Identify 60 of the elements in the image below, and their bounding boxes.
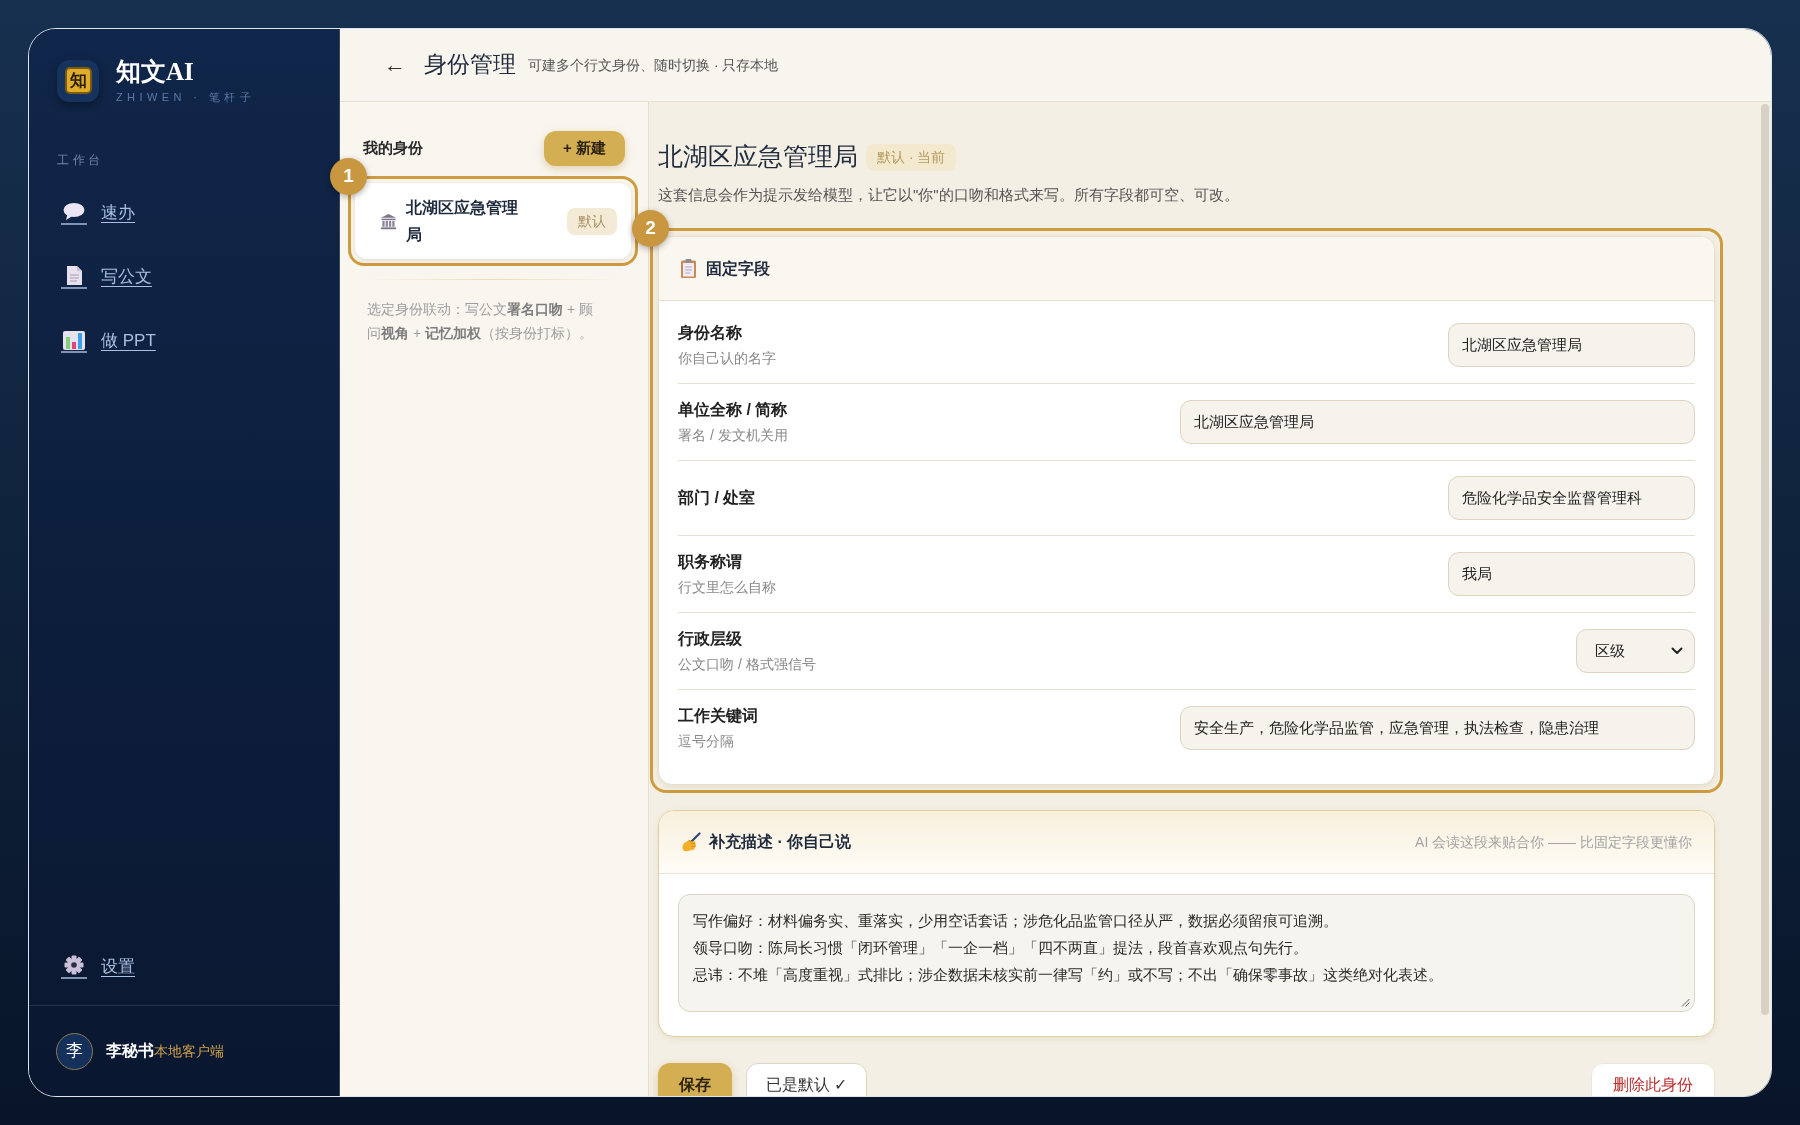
building-icon bbox=[380, 212, 397, 230]
field-label: 部门 / 处室 bbox=[678, 488, 756, 508]
settings-icon bbox=[60, 955, 88, 979]
new-identity-button[interactable]: + 新建 bbox=[544, 131, 625, 166]
identity-item[interactable]: 北湖区应急管理局 默认 bbox=[355, 183, 631, 259]
field-hint: 行文里怎么自称 bbox=[678, 578, 776, 597]
user-avatar: 李 bbox=[56, 1032, 93, 1070]
text-field[interactable]: 北湖区应急管理局 bbox=[1448, 323, 1695, 367]
section-label: 工作台 bbox=[57, 152, 104, 168]
field-label: 行政层级 bbox=[678, 629, 743, 649]
card-title: 补充描述 · 你自己说 bbox=[709, 832, 852, 852]
identity-name: 北湖区应急管理局 bbox=[406, 198, 519, 245]
field-hint: 逗号分隔 bbox=[678, 732, 735, 751]
list-title: 我的身份 bbox=[363, 138, 423, 159]
default-button[interactable]: 已是默认 ✓ bbox=[746, 1063, 868, 1096]
dropdown[interactable]: 区级 bbox=[1576, 629, 1695, 673]
scrollbar-thumb[interactable] bbox=[1761, 104, 1769, 1015]
field-hint: 公文口吻 / 格式强信号 bbox=[678, 655, 816, 674]
user-name: 李秘书 bbox=[106, 1041, 154, 1061]
status-tag: 默认 · 当前 bbox=[866, 143, 957, 171]
description-textarea[interactable]: 写作偏好：材料偏务实、重落实，少用空话套话；涉危化品监管口径从严，数据必须留痕可追溯。 领导口吻：陈局长习惯「闭环管理」「一企一档」「四不两直」提法，段首喜欢观点句先行。 忌讳：不堆「高度重视」式排比；涉企数据未核实前一律写「约」或不写；不出「确保零事故」这类绝对化表述。 bbox=[678, 894, 1695, 1012]
identity-title: 北湖区应急管理局 bbox=[658, 142, 858, 172]
page-subtitle: 可建多个行文身份、随时切换 · 只存本地 bbox=[528, 55, 779, 75]
text-line: 领导口吻：陈局长习惯「闭环管理」「一企一档」「四不两直」提法，段首喜欢观点句先行。 bbox=[693, 938, 1308, 958]
hint-text: 选定身份联动：写公文署名口吻 + 顾问视角 + 记忆加权（按身份打标）。 bbox=[367, 300, 594, 343]
app-logo: 知 bbox=[57, 59, 99, 102]
resize-handle-icon bbox=[1681, 998, 1690, 1007]
card-note: AI 会读这段来贴合你 —— 比固定字段更懂你 bbox=[1415, 832, 1692, 852]
delete-button[interactable]: 删除此身份 bbox=[1591, 1063, 1715, 1096]
text-line: 写作偏好：材料偏务实、重落实，少用空话套话；涉危化品监管口径从严，数据必须留痕可追溯。 bbox=[693, 911, 1338, 931]
nav-link[interactable]: 写公文 bbox=[60, 262, 152, 292]
nav-link[interactable]: 速办 bbox=[60, 198, 135, 228]
speech-bubble-icon bbox=[60, 201, 88, 225]
field-label: 职务称谓 bbox=[678, 552, 743, 572]
settings-link[interactable]: 设置 bbox=[60, 952, 135, 982]
text-line: 忌讳：不堆「高度重视」式排比；涉企数据未核实前一律写「约」或不写；不出「确保零事故」这类绝对化表述。 bbox=[693, 965, 1443, 985]
user-tag: 本地客户端 bbox=[154, 1041, 224, 1062]
text-field[interactable]: 北湖区应急管理局 bbox=[1180, 400, 1695, 444]
text-field[interactable]: 我局 bbox=[1448, 552, 1695, 596]
back-button[interactable]: ← bbox=[384, 54, 406, 76]
app-title: 知文AI bbox=[116, 57, 195, 87]
writing-hand-icon bbox=[681, 832, 701, 852]
description-text: 这套信息会作为提示发给模型，让它以"你"的口吻和格式来写。所有字段都可空、可改。 bbox=[658, 185, 1240, 205]
bar-chart-icon bbox=[60, 329, 88, 353]
field-label: 工作关键词 bbox=[678, 706, 758, 726]
clipboard-icon bbox=[681, 259, 696, 278]
chevron-down-icon bbox=[1671, 647, 1683, 655]
field-label: 单位全称 / 简称 bbox=[678, 400, 788, 420]
document-icon bbox=[60, 265, 88, 289]
field-hint: 你自己认的名字 bbox=[678, 349, 776, 368]
card-title: 固定字段 bbox=[706, 258, 770, 279]
field-label: 身份名称 bbox=[678, 323, 743, 343]
text-field[interactable]: 危险化学品安全监督管理科 bbox=[1448, 476, 1695, 520]
default-tag: 默认 bbox=[567, 207, 617, 235]
nav-link[interactable]: 做 PPT bbox=[60, 326, 156, 356]
app-subtitle: ZHIWEN · 笔杆子 bbox=[116, 90, 255, 104]
text-field[interactable]: 安全生产，危险化学品监管，应急管理，执法检查，隐患治理 bbox=[1180, 706, 1695, 750]
field-hint: 署名 / 发文机关用 bbox=[678, 426, 788, 445]
save-button[interactable]: 保存 bbox=[658, 1063, 732, 1096]
page-title: 身份管理 bbox=[424, 50, 516, 79]
